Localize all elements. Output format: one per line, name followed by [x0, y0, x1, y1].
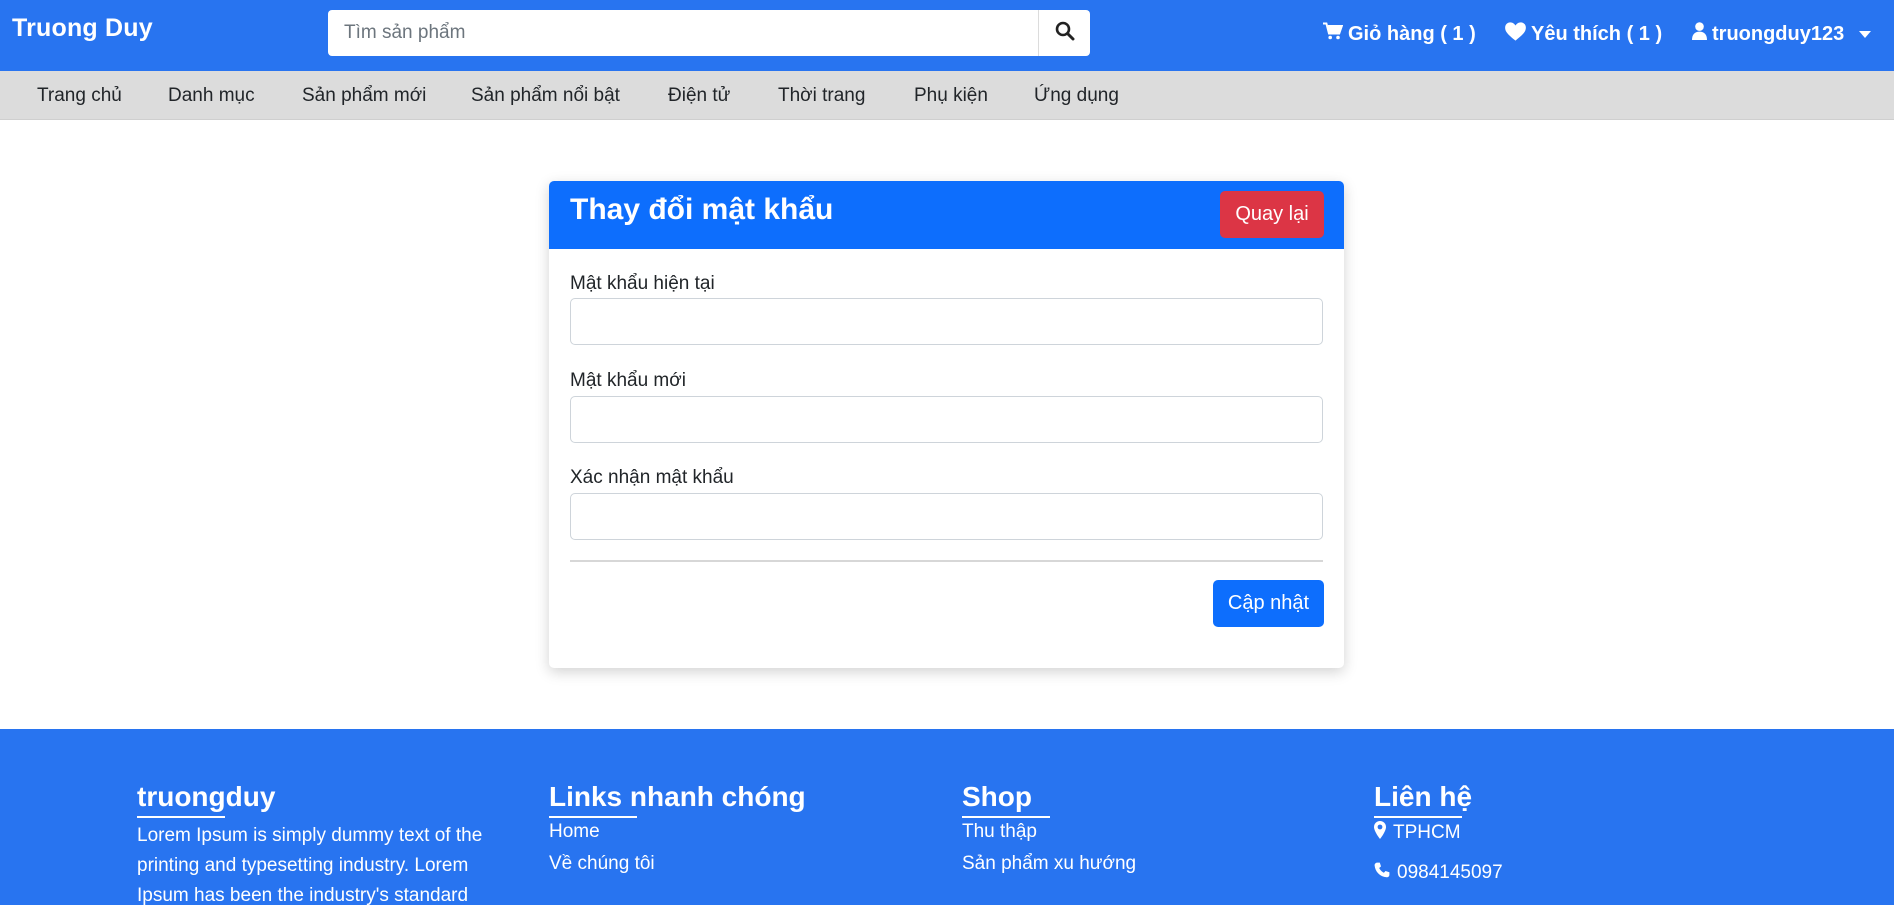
new-password-input[interactable]	[570, 396, 1323, 443]
footer-shop-title: Shop	[962, 781, 1032, 812]
confirm-password-input[interactable]	[570, 493, 1323, 540]
current-password-input[interactable]	[570, 298, 1323, 345]
search-bar	[328, 10, 1090, 56]
category-item-featured[interactable]: Sản phẩm nổi bật	[471, 85, 620, 107]
cart-icon	[1323, 22, 1344, 46]
cart-link[interactable]: Giỏ hàng ( 1 )	[1323, 22, 1476, 46]
map-marker-icon	[1374, 821, 1386, 845]
footer-contact-title: Liên hệ	[1374, 781, 1473, 812]
footer-about-text: Lorem Ipsum is simply dummy text of the …	[137, 825, 483, 905]
top-navbar: Truong Duy Giỏ hàng ( 1 ) Yêu thích ( 1 …	[0, 0, 1894, 71]
user-icon	[1692, 22, 1707, 46]
back-button[interactable]: Quay lại	[1220, 191, 1324, 238]
category-item-catalog[interactable]: Danh mục	[168, 85, 255, 107]
card-header: Thay đổi mật khẩu Quay lại	[549, 181, 1344, 249]
footer-phone: 0984145097	[1374, 862, 1503, 884]
footer-title-underline	[549, 816, 637, 818]
heart-icon	[1505, 22, 1526, 47]
footer-phone-text: 0984145097	[1397, 862, 1503, 883]
footer-links-title: Links nhanh chóng	[549, 781, 806, 812]
footer-link-about[interactable]: Về chúng tôi	[549, 853, 806, 875]
phone-icon	[1374, 862, 1390, 884]
category-item-electronics[interactable]: Điện tử	[668, 85, 730, 107]
change-password-card: Thay đổi mật khẩu Quay lại Mật khẩu hiện…	[549, 181, 1344, 668]
search-button[interactable]	[1038, 10, 1090, 56]
category-bar: Trang chủ Danh mục Sản phẩm mới Sản phẩm…	[0, 71, 1894, 120]
footer-link-collection[interactable]: Thu thập	[962, 821, 1136, 843]
footer-address-text: TPHCM	[1393, 822, 1461, 843]
confirm-password-label: Xác nhận mật khẩu	[570, 467, 734, 488]
footer-quick-links: Links nhanh chóng Home Về chúng tôi	[549, 781, 806, 875]
footer-title-underline	[962, 816, 1050, 818]
search-icon	[1055, 21, 1075, 46]
footer-title-underline	[137, 816, 225, 818]
new-password-label: Mật khẩu mới	[570, 370, 686, 391]
page-title: Thay đổi mật khẩu	[570, 193, 834, 226]
wishlist-link[interactable]: Yêu thích ( 1 )	[1505, 22, 1662, 47]
current-password-label: Mật khẩu hiện tại	[570, 273, 715, 294]
brand-logo[interactable]: Truong Duy	[12, 14, 153, 43]
username-label: truongduy123	[1712, 22, 1845, 45]
footer-title-underline	[1374, 816, 1462, 818]
footer-contact: Liên hệ TPHCM 0984145097	[1374, 781, 1503, 884]
footer-about: truongduy Lorem Ipsum is simply dummy te…	[137, 781, 519, 905]
category-item-fashion[interactable]: Thời trang	[778, 85, 865, 107]
wishlist-label: Yêu thích ( 1 )	[1531, 23, 1663, 45]
footer: truongduy Lorem Ipsum is simply dummy te…	[0, 729, 1894, 905]
form-divider	[570, 560, 1323, 562]
category-item-new[interactable]: Sản phẩm mới	[302, 85, 426, 107]
footer-about-title: truongduy	[137, 781, 276, 812]
cart-label: Giỏ hàng ( 1 )	[1348, 22, 1476, 45]
footer-link-home[interactable]: Home	[549, 821, 806, 843]
footer-link-trending[interactable]: Sản phẩm xu hướng	[962, 853, 1136, 875]
category-item-home[interactable]: Trang chủ	[37, 85, 122, 107]
update-button[interactable]: Cập nhật	[1213, 580, 1324, 627]
caret-down-icon	[1859, 30, 1872, 38]
category-item-apps[interactable]: Ứng dụng	[1034, 85, 1119, 107]
footer-shop: Shop Thu thập Sản phẩm xu hướng	[962, 781, 1136, 875]
search-input[interactable]	[328, 10, 1038, 56]
category-item-accessories[interactable]: Phụ kiện	[914, 85, 988, 107]
footer-address: TPHCM	[1374, 821, 1503, 845]
user-menu[interactable]: truongduy123	[1692, 22, 1872, 46]
